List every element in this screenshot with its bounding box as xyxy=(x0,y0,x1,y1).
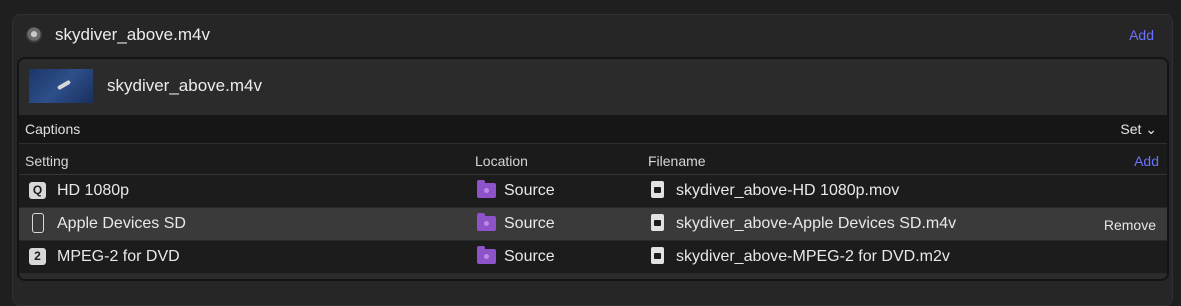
file-icon xyxy=(651,214,664,231)
folder-icon xyxy=(477,180,496,198)
folder-icon xyxy=(477,246,496,264)
column-header-setting[interactable]: Setting xyxy=(25,153,69,169)
file-icon xyxy=(651,247,664,264)
table-row[interactable]: 2 MPEG-2 for DVD Source skydiver_above-M… xyxy=(19,241,1167,274)
job-header: skydiver_above.m4v Add xyxy=(13,15,1172,55)
outputs-table-header: Setting Location Filename Add xyxy=(19,144,1167,175)
add-output-button[interactable]: Add xyxy=(1134,153,1159,169)
column-header-location[interactable]: Location xyxy=(475,153,528,169)
file-icon xyxy=(651,181,664,198)
location-value[interactable]: Source xyxy=(504,182,555,200)
mpeg2-icon: 2 xyxy=(29,248,46,265)
source-title: skydiver_above.m4v xyxy=(107,76,262,95)
captions-label: Captions xyxy=(25,121,81,137)
video-thumbnail xyxy=(29,69,93,103)
quicktime-icon: Q xyxy=(29,182,46,199)
source-header[interactable]: skydiver_above.m4v xyxy=(19,59,1167,114)
remove-button[interactable]: Remove xyxy=(1104,217,1156,233)
source-file-panel: skydiver_above.m4v Captions Set ⌄ Settin… xyxy=(17,57,1169,281)
phone-icon xyxy=(32,213,44,233)
table-row[interactable]: Q HD 1080p Source skydiver_above-HD 1080… xyxy=(19,175,1167,208)
batch-job-panel: skydiver_above.m4v Add skydiver_above.m4… xyxy=(12,14,1173,306)
folder-icon xyxy=(477,213,496,231)
job-title: skydiver_above.m4v xyxy=(55,25,210,44)
column-header-filename[interactable]: Filename xyxy=(648,153,706,169)
set-captions-button[interactable]: Set ⌄ xyxy=(1120,121,1157,138)
setting-name: Apple Devices SD xyxy=(57,215,186,232)
table-row[interactable]: Apple Devices SD Source skydiver_above-A… xyxy=(19,208,1167,241)
filename-value[interactable]: skydiver_above-HD 1080p.mov xyxy=(676,182,899,200)
filename-value[interactable]: skydiver_above-Apple Devices SD.m4v xyxy=(676,215,956,233)
captions-bar: Captions Set ⌄ xyxy=(19,115,1167,144)
location-value[interactable]: Source xyxy=(504,215,555,233)
compressor-job-icon xyxy=(26,27,42,43)
setting-name: HD 1080p xyxy=(57,182,130,199)
add-source-button[interactable]: Add xyxy=(1129,27,1154,43)
location-value[interactable]: Source xyxy=(504,248,555,266)
setting-name: MPEG-2 for DVD xyxy=(57,248,180,265)
filename-value[interactable]: skydiver_above-MPEG-2 for DVD.m2v xyxy=(676,248,950,266)
